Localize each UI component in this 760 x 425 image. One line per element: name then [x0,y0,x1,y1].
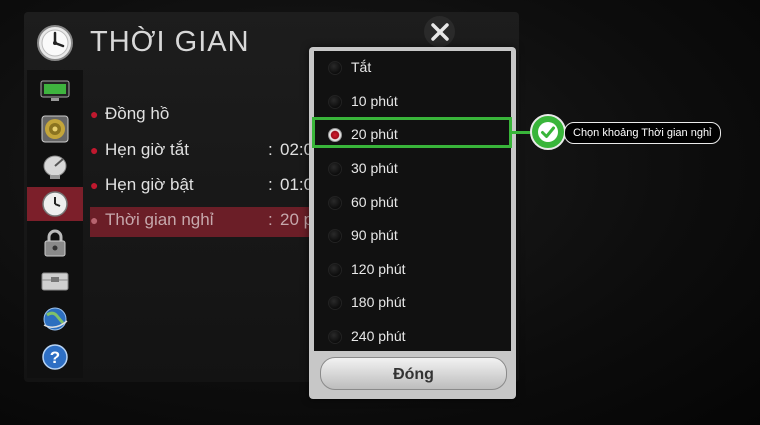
option-10-min[interactable]: 10 phút [314,85,511,118]
sidebar-item-support[interactable]: ? [27,340,83,374]
selection-highlight [312,117,512,148]
sidebar: ? [27,70,83,378]
menu-item-label: Đồng hồ [105,104,170,123]
menu-item-label: Hẹn giờ tắt [105,140,189,159]
option-label: 10 phút [351,93,398,109]
sidebar-item-channel[interactable] [27,150,83,184]
sidebar-item-network[interactable] [27,302,83,336]
option-180-min[interactable]: 180 phút [314,286,511,319]
menu-item-label: Thời gian nghỉ [105,210,214,229]
radio-button[interactable] [328,296,342,310]
option-label: 240 phút [351,328,406,344]
option-240-min[interactable]: 240 phút [314,320,511,353]
menu-item-label: Hẹn giờ bật [105,175,194,194]
close-icon[interactable] [424,16,455,47]
clock-icon [37,25,73,61]
menu-item-sleep-timer[interactable]: ● Thời gian nghỉ : 20 p [90,207,320,237]
globe-icon [43,307,68,331]
option-label: 90 phút [351,227,398,243]
monitor-icon [40,80,70,101]
radio-button[interactable] [328,95,342,109]
option-label: 180 phút [351,294,406,310]
toolbox-icon [41,272,69,291]
bullet-icon: ● [90,142,99,158]
option-30-min[interactable]: 30 phút [314,152,511,185]
menu-item-clock[interactable]: ● Đồng hồ [90,101,320,131]
bullet-icon: ● [90,177,99,193]
option-label: 60 phút [351,194,398,210]
menu-item-colon: : [268,175,273,194]
radio-button[interactable] [328,263,342,277]
option-120-min[interactable]: 120 phút [314,253,511,286]
menu-item-off-timer[interactable]: ● Hẹn giờ tắt : 02:0 [90,137,320,167]
help-icon: ? [42,344,68,370]
clock-icon [42,191,68,217]
svg-text:?: ? [50,348,60,367]
menu-item-on-timer[interactable]: ● Hẹn giờ bật : 01:0 [90,172,320,202]
option-label: 120 phút [351,261,406,277]
sidebar-item-lock[interactable] [27,226,83,260]
sidebar-item-sound[interactable] [27,112,83,146]
page-title: THỜI GIAN [90,26,250,58]
radio-button[interactable] [328,196,342,210]
checkmark-icon [530,114,566,150]
sidebar-item-option[interactable] [27,264,83,298]
option-off[interactable]: Tắt [314,51,511,84]
menu-item-colon: : [268,140,273,159]
option-90-min[interactable]: 90 phút [314,219,511,252]
bullet-icon: ● [90,106,99,122]
option-label: 30 phút [351,160,398,176]
menu-item-colon: : [268,210,273,229]
satellite-dish-icon [43,155,67,179]
speaker-icon [41,115,69,143]
radio-button[interactable] [328,330,342,344]
padlock-icon [44,229,66,257]
sidebar-item-picture[interactable] [27,74,83,108]
radio-button[interactable] [328,229,342,243]
option-60-min[interactable]: 60 phút [314,186,511,219]
instruction-callout: Chọn khoảng Thời gian nghỉ [564,122,721,144]
radio-button[interactable] [328,61,342,75]
sidebar-item-time[interactable] [27,187,83,221]
radio-button[interactable] [328,162,342,176]
close-button[interactable]: Đóng [320,357,507,390]
bullet-icon: ● [90,212,99,228]
option-label: Tắt [351,59,372,75]
